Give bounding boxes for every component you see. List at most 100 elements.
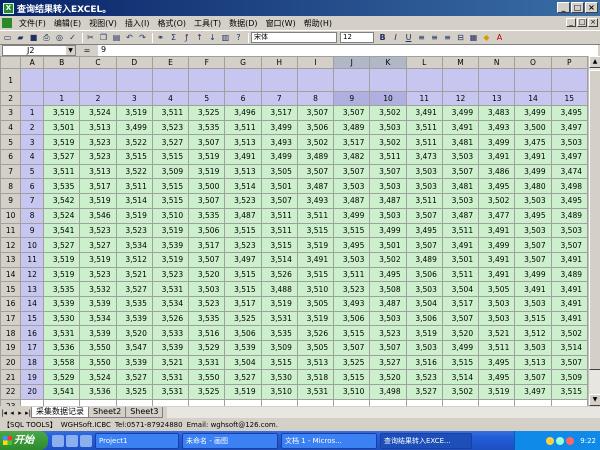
cut-icon[interactable]: ✂ — [85, 32, 96, 43]
data-cell[interactable]: 3,558 — [43, 354, 81, 371]
menu-data[interactable]: 数据(D) — [225, 18, 261, 29]
data-cell[interactable]: 3,539 — [115, 354, 153, 371]
row-index-cell[interactable]: 8 — [20, 207, 45, 224]
data-cell[interactable]: 3,499 — [441, 105, 480, 121]
data-cell[interactable]: 3,509 — [550, 369, 588, 386]
tab-sheet2[interactable]: Sheet2 — [88, 407, 127, 418]
print-icon[interactable]: ⎙ — [41, 32, 52, 43]
data-cell[interactable]: 3,497 — [224, 251, 262, 268]
data-cell[interactable]: 3,507 — [333, 163, 371, 180]
data-cell[interactable]: 3,495 — [550, 193, 588, 209]
header-cell[interactable]: 5 — [188, 91, 226, 106]
row-header[interactable]: 1 — [0, 68, 22, 92]
data-cell[interactable]: 3,505 — [478, 281, 516, 297]
data-cell[interactable]: 3,482 — [333, 149, 371, 165]
header-cell[interactable]: 7 — [260, 91, 298, 106]
data-cell[interactable]: 3,523 — [79, 134, 117, 151]
data-cell[interactable]: 3,501 — [260, 178, 298, 195]
header-cell[interactable]: 1 — [43, 91, 81, 106]
row-header[interactable]: 3 — [0, 105, 22, 121]
data-cell[interactable]: 3,514 — [224, 178, 262, 195]
first-sheet-icon[interactable]: |◂ — [0, 409, 8, 417]
data-cell[interactable]: 3,491 — [441, 237, 480, 253]
row-index-cell[interactable]: 2 — [20, 119, 45, 136]
data-cell[interactable]: 3,506 — [296, 119, 335, 136]
cell[interactable] — [296, 68, 335, 92]
data-cell[interactable]: 3,519 — [43, 134, 81, 151]
data-cell[interactable]: 3,475 — [514, 134, 552, 151]
tab-sheet-data-log[interactable]: 采集数据记录 — [31, 407, 89, 418]
data-cell[interactable]: 3,514 — [441, 369, 480, 386]
scroll-up-icon[interactable]: ▲ — [589, 56, 600, 68]
row-index-cell[interactable]: 18 — [20, 354, 45, 371]
data-cell[interactable]: 3,515 — [441, 354, 480, 371]
data-cell[interactable]: 3,503 — [188, 281, 226, 297]
copy-icon[interactable]: ❐ — [98, 32, 109, 43]
data-cell[interactable]: 3,493 — [478, 119, 516, 136]
cell[interactable] — [224, 398, 262, 406]
data-cell[interactable]: 3,523 — [333, 281, 371, 297]
quick-launch-media-icon[interactable] — [80, 434, 92, 447]
data-cell[interactable]: 3,517 — [79, 178, 117, 195]
column-header-a[interactable]: A — [20, 56, 45, 69]
column-header-i[interactable]: I — [296, 56, 335, 69]
data-cell[interactable]: 3,550 — [79, 340, 117, 356]
data-cell[interactable]: 3,516 — [405, 354, 443, 371]
data-cell[interactable]: 3,514 — [550, 340, 588, 356]
data-cell[interactable]: 3,503 — [405, 178, 443, 195]
data-cell[interactable]: 3,541 — [43, 222, 81, 239]
data-cell[interactable]: 3,493 — [333, 295, 371, 312]
data-cell[interactable]: 3,510 — [333, 384, 371, 400]
data-cell[interactable]: 3,503 — [514, 295, 552, 312]
data-cell[interactable]: 3,530 — [260, 369, 298, 386]
data-cell[interactable]: 3,523 — [151, 266, 190, 283]
cell[interactable] — [260, 398, 298, 406]
data-cell[interactable]: 3,532 — [79, 281, 117, 297]
data-cell[interactable]: 3,507 — [514, 251, 552, 268]
italic-button[interactable]: I — [390, 32, 401, 43]
data-cell[interactable]: 3,515 — [260, 237, 298, 253]
cell[interactable] — [20, 68, 45, 92]
doc-close-button[interactable]: × — [588, 18, 598, 27]
data-cell[interactable]: 3,519 — [151, 251, 190, 268]
name-box[interactable]: J2 ▼ — [2, 45, 76, 56]
data-cell[interactable]: 3,487 — [369, 295, 407, 312]
menu-insert[interactable]: 插入(I) — [121, 18, 154, 29]
data-cell[interactable]: 3,535 — [260, 325, 298, 341]
task-project1[interactable]: Project1 — [95, 432, 179, 449]
data-cell[interactable]: 3,539 — [79, 325, 117, 341]
data-cell[interactable]: 3,539 — [79, 295, 117, 312]
data-cell[interactable]: 3,526 — [260, 266, 298, 283]
header-cell[interactable]: 13 — [478, 91, 516, 106]
link-icon[interactable]: ⚭ — [155, 32, 166, 43]
data-cell[interactable]: 3,496 — [224, 105, 262, 121]
data-cell[interactable]: 3,497 — [550, 119, 588, 136]
data-cell[interactable]: 3,491 — [550, 310, 588, 327]
row-header[interactable]: 10 — [0, 207, 22, 224]
cell[interactable] — [514, 398, 552, 406]
row-index-cell[interactable]: 3 — [20, 134, 45, 151]
row-index-cell[interactable]: 20 — [20, 384, 45, 400]
data-cell[interactable]: 3,515 — [151, 178, 190, 195]
data-cell[interactable]: 3,503 — [514, 193, 552, 209]
data-cell[interactable]: 3,515 — [224, 222, 262, 239]
data-cell[interactable]: 3,520 — [369, 369, 407, 386]
data-cell[interactable]: 3,539 — [43, 295, 81, 312]
data-cell[interactable]: 3,519 — [115, 105, 153, 121]
sum-icon[interactable]: Σ — [168, 32, 179, 43]
doc-restore-button[interactable]: □ — [577, 18, 587, 27]
data-cell[interactable]: 3,519 — [79, 251, 117, 268]
row-header[interactable]: 13 — [0, 251, 22, 268]
open-icon[interactable]: ▰ — [15, 32, 26, 43]
data-cell[interactable]: 3,507 — [514, 237, 552, 253]
data-cell[interactable]: 3,523 — [188, 295, 226, 312]
data-cell[interactable]: 3,495 — [369, 266, 407, 283]
data-cell[interactable]: 3,489 — [405, 251, 443, 268]
row-header[interactable]: 9 — [0, 193, 22, 209]
data-cell[interactable]: 3,477 — [478, 207, 516, 224]
data-cell[interactable]: 3,542 — [43, 193, 81, 209]
data-cell[interactable]: 3,491 — [550, 251, 588, 268]
column-header-g[interactable]: G — [224, 56, 262, 69]
cell[interactable] — [369, 68, 407, 92]
row-index-cell[interactable]: 12 — [20, 266, 45, 283]
